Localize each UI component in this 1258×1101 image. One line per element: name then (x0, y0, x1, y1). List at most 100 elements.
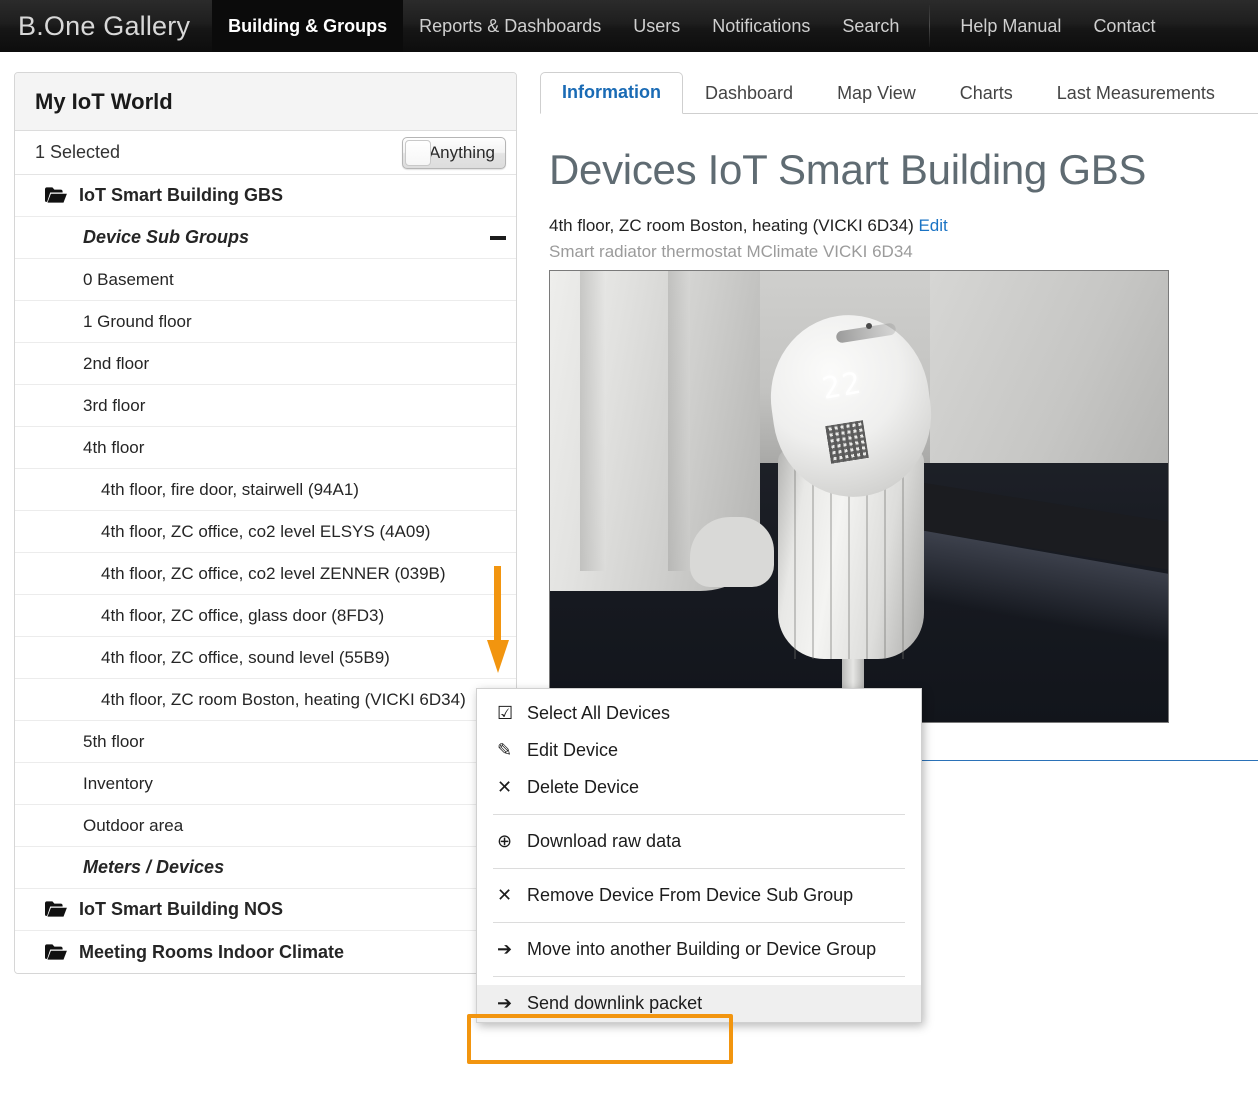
menu-separator (493, 976, 905, 977)
device-description: Smart radiator thermostat MClimate VICKI… (549, 242, 913, 261)
menu-item-label: Remove Device From Device Sub Group (527, 885, 854, 905)
tree-item-label: IoT Smart Building NOS (79, 899, 284, 919)
arrow-right-icon: ➔ (497, 939, 513, 959)
nav-item-notifications[interactable]: Notifications (696, 0, 826, 52)
device-subtitle: 4th floor, ZC room Boston, heating (VICK… (549, 216, 1258, 236)
nav-item-reports-dashboards[interactable]: Reports & Dashboards (403, 0, 617, 52)
photo-radiator-fin (668, 271, 690, 571)
close-x-icon: ✕ (497, 885, 513, 905)
nav-item-search[interactable]: Search (826, 0, 915, 52)
tab-dashboard[interactable]: Dashboard (683, 73, 815, 114)
orange-pointer-arrow-annotation (486, 566, 510, 676)
tree-item-label: 0 Basement (83, 269, 174, 289)
close-x-icon: ✕ (497, 777, 513, 797)
sidebar-selection-row: 1 Selected Anything (15, 131, 516, 175)
menu-item-edit-device[interactable]: ✎ Edit Device (477, 732, 921, 769)
tree-item-label: Inventory (83, 773, 153, 793)
menu-item-label: Send downlink packet (527, 993, 703, 1013)
tree-item-floor-5th[interactable]: 5th floor (15, 721, 516, 763)
tree-item-meeting-rooms[interactable]: Meeting Rooms Indoor Climate (15, 931, 516, 973)
menu-separator (493, 922, 905, 923)
device-context-menu: ☑ Select All Devices ✎ Edit Device ✕ Del… (476, 688, 922, 1023)
checkbox-checked-icon: ☑ (497, 703, 514, 723)
nav-item-contact[interactable]: Contact (1077, 0, 1171, 52)
tree-item-building-gbs[interactable]: IoT Smart Building GBS (15, 175, 516, 217)
tree-item-label: 4th floor, ZC room Boston, heating (VICK… (101, 689, 466, 709)
tree-item-device-co2-zenner[interactable]: 4th floor, ZC office, co2 level ZENNER (… (15, 553, 516, 595)
device-tree-sidebar: My IoT World 1 Selected Anything IoT Sma… (14, 72, 517, 974)
tree-item-floor-3rd[interactable]: 3rd floor (15, 385, 516, 427)
tree-item-label: 2nd floor (83, 353, 150, 373)
tree-item-device-sub-groups[interactable]: Device Sub Groups (15, 217, 516, 259)
menu-item-delete-device[interactable]: ✕ Delete Device (477, 769, 921, 806)
nav-divider (929, 5, 931, 47)
tree-item-floor-4th[interactable]: 4th floor (15, 427, 516, 469)
tree-item-label: 4th floor (83, 437, 145, 457)
nav-item-help-manual[interactable]: Help Manual (944, 0, 1077, 52)
tree-item-label: IoT Smart Building GBS (79, 185, 284, 205)
menu-item-label: Delete Device (527, 777, 640, 797)
app-window: B.One Gallery Building & Groups Reports … (0, 0, 1258, 1101)
tree-item-floor-basement[interactable]: 0 Basement (15, 259, 516, 301)
tree-item-device-glass-door[interactable]: 4th floor, ZC office, glass door (8FD3) (15, 595, 516, 637)
tree-item-device-vicki-heating[interactable]: 4th floor, ZC room Boston, heating (VICK… (15, 679, 516, 721)
device-photo: 22 (549, 270, 1169, 723)
minus-icon[interactable] (490, 235, 506, 240)
tree-item-device-sound-level[interactable]: 4th floor, ZC office, sound level (55B9) (15, 637, 516, 679)
tree-item-label: 3rd floor (83, 395, 146, 415)
pencil-icon: ✎ (497, 740, 513, 760)
device-name-text: 4th floor, ZC room Boston, heating (VICK… (549, 216, 914, 235)
tree-item-label: 4th floor, ZC office, co2 level ZENNER (… (101, 563, 446, 583)
tree-item-label: 5th floor (83, 731, 145, 751)
tree-item-device-fire-door[interactable]: 4th floor, fire door, stairwell (94A1) (15, 469, 516, 511)
tree-item-floor-ground[interactable]: 1 Ground floor (15, 301, 516, 343)
top-navigation-bar: B.One Gallery Building & Groups Reports … (0, 0, 1258, 52)
nav-item-building-groups[interactable]: Building & Groups (212, 0, 404, 52)
tab-map-view[interactable]: Map View (815, 73, 938, 114)
photo-thermostat-led (866, 323, 872, 329)
toggle-label: Anything (428, 142, 495, 162)
edit-link[interactable]: Edit (918, 216, 947, 235)
menu-item-label: Select All Devices (527, 703, 671, 723)
main-content-panel: Information Dashboard Map View Charts La… (540, 72, 1258, 723)
sidebar-title: My IoT World (15, 73, 516, 131)
tree-item-label: 4th floor, ZC office, glass door (8FD3) (101, 605, 385, 625)
menu-item-label: Download raw data (527, 831, 682, 851)
menu-item-remove-device-from-sub-group[interactable]: ✕ Remove Device From Device Sub Group (477, 877, 921, 914)
anything-filter-toggle[interactable]: Anything (402, 136, 506, 169)
tree-item-label: 1 Ground floor (83, 311, 192, 331)
menu-item-move-into-another-group[interactable]: ➔ Move into another Building or Device G… (477, 931, 921, 968)
tab-charts[interactable]: Charts (938, 73, 1035, 114)
download-circle-icon: ⊕ (497, 831, 513, 851)
page-title: Devices IoT Smart Building GBS (549, 146, 1147, 193)
tree-item-label: 4th floor, ZC office, co2 level ELSYS (4… (101, 521, 431, 541)
menu-item-label: Edit Device (527, 740, 619, 760)
menu-item-download-raw-data[interactable]: ⊕ Download raw data (477, 823, 921, 860)
folder-open-icon (43, 901, 69, 918)
nav-item-users[interactable]: Users (617, 0, 696, 52)
tree-item-label: Device Sub Groups (83, 227, 250, 247)
tree-item-device-co2-elsys[interactable]: 4th floor, ZC office, co2 level ELSYS (4… (15, 511, 516, 553)
menu-separator (493, 814, 905, 815)
selected-count-label: 1 Selected (35, 142, 121, 162)
qr-code-icon (825, 420, 869, 464)
menu-item-send-downlink-packet[interactable]: ➔ Send downlink packet (477, 985, 921, 1022)
tree-item-label: Meeting Rooms Indoor Climate (79, 941, 345, 962)
tree-item-label: 4th floor, ZC office, sound level (55B9) (101, 647, 390, 667)
tab-information[interactable]: Information (540, 72, 683, 114)
tree-item-label: 4th floor, fire door, stairwell (94A1) (101, 479, 359, 499)
menu-item-label: Move into another Building or Device Gro… (527, 939, 877, 959)
tree-item-building-nos[interactable]: IoT Smart Building NOS (15, 889, 516, 931)
tree-item-meters-devices[interactable]: Meters / Devices (15, 847, 516, 889)
photo-radiator-fin (580, 271, 606, 571)
tab-last-measurements[interactable]: Last Measurements (1035, 73, 1237, 114)
folder-open-icon (43, 943, 69, 961)
tree-item-inventory[interactable]: Inventory (15, 763, 516, 805)
toggle-knob (405, 139, 431, 166)
tree-item-label: Meters / Devices (83, 857, 225, 877)
app-brand-logo[interactable]: B.One Gallery (0, 0, 212, 52)
menu-item-select-all-devices[interactable]: ☑ Select All Devices (477, 695, 921, 732)
tree-item-floor-2nd[interactable]: 2nd floor (15, 343, 516, 385)
tree-item-label: Outdoor area (83, 815, 184, 835)
tree-item-outdoor-area[interactable]: Outdoor area (15, 805, 516, 847)
